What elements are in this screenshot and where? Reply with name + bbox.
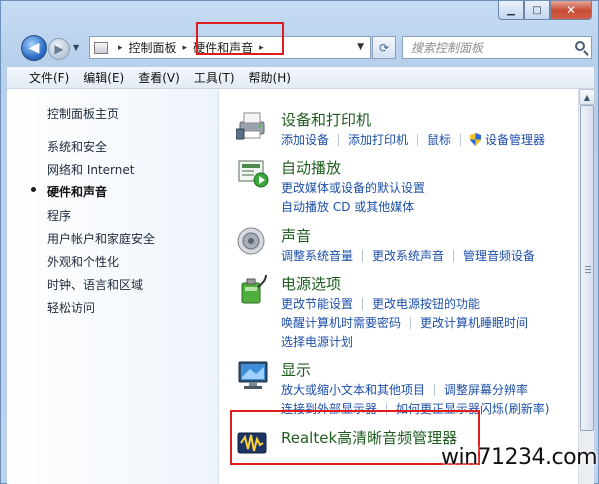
category-list: 设备和打印机 添加设备 添加打印机 鼠标 设备管理器 自动播放 更改媒体或设备的… [220, 89, 578, 484]
category-title[interactable]: 电源选项 [281, 273, 341, 294]
link-row: 唤醒计算机时需要密码 更改计算机睡眠时间 [281, 314, 528, 331]
search-box[interactable] [402, 36, 592, 59]
watermark-text: win71234.com [441, 445, 598, 470]
link-row: 调整系统音量 更改系统声音 管理音频设备 [281, 247, 535, 264]
link-row: 自动播放 CD 或其他媒体 [281, 198, 414, 215]
link-text-size[interactable]: 放大或缩小文本和其他项目 [281, 381, 425, 398]
link-change-sounds[interactable]: 更改系统声音 [372, 247, 444, 264]
link-row: 放大或缩小文本和其他项目 调整屏幕分辨率 [281, 381, 528, 398]
sidebar-item-ease-of-access[interactable]: 轻松访问 [47, 299, 95, 316]
link-autoplay-cd[interactable]: 自动播放 CD 或其他媒体 [281, 198, 414, 215]
link-separator [386, 402, 388, 415]
category-title[interactable]: 自动播放 [281, 157, 341, 178]
display-icon[interactable] [236, 359, 270, 391]
chevron-right-icon[interactable]: ▸ [118, 43, 123, 53]
sidebar-item-programs[interactable]: 程序 [47, 207, 71, 224]
breadcrumb-hardware-sound[interactable]: 硬件和声音 [193, 39, 253, 56]
chevron-right-icon[interactable]: ▸ [259, 43, 264, 53]
link-separator [417, 133, 419, 146]
link-power-plan[interactable]: 选择电源计划 [281, 333, 353, 350]
link-power-button[interactable]: 更改电源按钮的功能 [372, 295, 480, 312]
menu-help[interactable]: 帮助(H) [249, 69, 291, 86]
refresh-button[interactable]: ⟳ [372, 36, 396, 59]
scroll-thumb[interactable] [580, 105, 594, 431]
link-separator [362, 249, 364, 262]
maximize-button[interactable]: □ [524, 1, 550, 20]
link-separator [338, 133, 340, 146]
menu-edit[interactable]: 编辑(E) [83, 69, 124, 86]
scroll-up-icon[interactable]: ▲ [579, 89, 595, 105]
link-separator [410, 316, 412, 329]
address-dropdown-icon[interactable]: ▼ [357, 42, 364, 52]
link-change-default-media[interactable]: 更改媒体或设备的默认设置 [281, 179, 425, 196]
active-bullet-icon [31, 187, 36, 192]
link-row: 更改节能设置 更改电源按钮的功能 [281, 295, 480, 312]
explorer-window: ▁ □ ✕ ◀ ▶ ▼ ▸ 控制面板 ▸ 硬件和声音 ▸ ▼ ⟳ 文件(F) 编… [0, 0, 599, 484]
link-refresh-rate[interactable]: 如何更正显示器闪烁(刷新率) [396, 400, 549, 417]
content-area: 控制面板主页 系统和安全 网络和 Internet 硬件和声音 程序 用户帐户和… [7, 89, 595, 484]
speaker-icon[interactable] [236, 225, 270, 257]
link-separator [434, 383, 436, 396]
caption-buttons: ▁ □ ✕ [498, 1, 592, 20]
link-device-manager[interactable]: 设备管理器 [485, 131, 545, 148]
link-row: 添加设备 添加打印机 鼠标 设备管理器 [281, 131, 545, 148]
link-manage-audio-devices[interactable]: 管理音频设备 [463, 247, 535, 264]
link-sleep-time[interactable]: 更改计算机睡眠时间 [420, 314, 528, 331]
search-input[interactable] [411, 40, 571, 55]
minimize-button[interactable]: ▁ [498, 1, 524, 20]
sidebar-item-appearance[interactable]: 外观和个性化 [47, 253, 119, 270]
sidebar-item-network[interactable]: 网络和 Internet [47, 161, 134, 178]
link-mouse[interactable]: 鼠标 [427, 131, 451, 148]
category-title[interactable]: 显示 [281, 359, 311, 380]
power-icon[interactable] [236, 273, 270, 305]
recent-pages-dropdown[interactable]: ▼ [73, 43, 79, 52]
link-add-device[interactable]: 添加设备 [281, 131, 329, 148]
category-title[interactable]: 设备和打印机 [281, 109, 371, 130]
sidebar-item-system-security[interactable]: 系统和安全 [47, 138, 107, 155]
address-bar[interactable]: ▸ 控制面板 ▸ 硬件和声音 ▸ ▼ [89, 36, 371, 59]
sidebar: 控制面板主页 系统和安全 网络和 Internet 硬件和声音 程序 用户帐户和… [7, 89, 219, 484]
autoplay-icon[interactable] [236, 157, 270, 189]
link-separator [453, 249, 455, 262]
link-add-printer[interactable]: 添加打印机 [348, 131, 408, 148]
navigation-bar: ◀ ▶ ▼ ▸ 控制面板 ▸ 硬件和声音 ▸ ▼ ⟳ [1, 29, 598, 61]
link-row: 连接到外部显示器 如何更正显示器闪烁(刷新率) [281, 400, 549, 417]
vertical-scrollbar[interactable]: ▲ [578, 89, 595, 484]
menu-bar: 文件(F) 编辑(E) 查看(V) 工具(T) 帮助(H) [7, 67, 594, 89]
link-power-saving[interactable]: 更改节能设置 [281, 295, 353, 312]
close-button[interactable]: ✕ [550, 1, 592, 20]
link-adjust-volume[interactable]: 调整系统音量 [281, 247, 353, 264]
sidebar-item-user-accounts[interactable]: 用户帐户和家庭安全 [47, 230, 155, 247]
back-button[interactable]: ◀ [21, 35, 47, 61]
search-icon[interactable] [575, 41, 585, 51]
link-external-display[interactable]: 连接到外部显示器 [281, 400, 377, 417]
grip-icon [585, 266, 591, 274]
link-screen-resolution[interactable]: 调整屏幕分辨率 [444, 381, 528, 398]
link-row: 选择电源计划 [281, 333, 353, 350]
uac-shield-icon [470, 133, 482, 146]
control-panel-icon [94, 41, 108, 54]
menu-file[interactable]: 文件(F) [29, 69, 69, 86]
category-title[interactable]: 声音 [281, 225, 311, 246]
menu-view[interactable]: 查看(V) [138, 69, 180, 86]
link-separator [460, 133, 462, 146]
watermark: win71234.com [431, 431, 599, 484]
menu-tools[interactable]: 工具(T) [194, 69, 235, 86]
link-row: 更改媒体或设备的默认设置 [281, 179, 425, 196]
forward-button[interactable]: ▶ [48, 38, 70, 60]
chevron-right-icon[interactable]: ▸ [183, 43, 188, 53]
sidebar-item-clock-region[interactable]: 时钟、语言和区域 [47, 276, 143, 293]
link-separator [362, 297, 364, 310]
sidebar-item-home[interactable]: 控制面板主页 [47, 105, 119, 122]
printer-icon[interactable] [236, 109, 270, 141]
link-wake-password[interactable]: 唤醒计算机时需要密码 [281, 314, 401, 331]
realtek-audio-icon[interactable] [236, 427, 270, 459]
sidebar-item-hardware-sound: 硬件和声音 [47, 185, 108, 199]
breadcrumb-control-panel[interactable]: 控制面板 [129, 39, 177, 56]
